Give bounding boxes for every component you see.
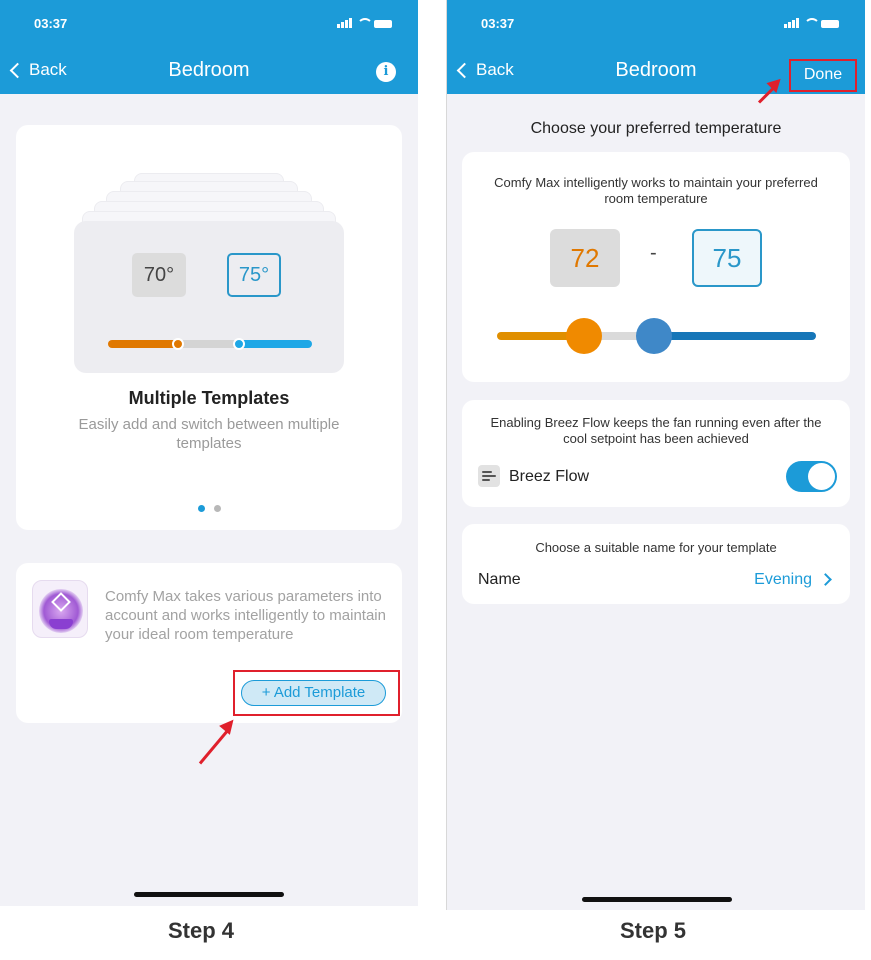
wifi-icon — [804, 18, 820, 28]
name-label: Name — [478, 571, 521, 588]
low-setpoint[interactable]: 72 — [550, 229, 620, 287]
template-carousel-card: 70° 75° Multiple Templates Easily add an… — [16, 125, 402, 530]
template-preview: 70° 75° — [74, 221, 344, 373]
battery-icon — [374, 20, 392, 28]
status-icons — [784, 18, 839, 28]
step4-screen: 03:37 Back Bedroom i 70° 75° Multiple Te… — [0, 0, 418, 906]
high-temp-handle[interactable] — [636, 318, 672, 354]
preview-warm-track — [108, 340, 178, 348]
home-indicator — [134, 892, 284, 897]
template-name-card[interactable]: Choose a suitable name for your template… — [462, 524, 850, 604]
low-temp-handle[interactable] — [566, 318, 602, 354]
breez-flow-card: Enabling Breez Flow keeps the fan runnin… — [462, 400, 850, 507]
temperature-card: Comfy Max intelligently works to maintai… — [462, 152, 850, 382]
page-indicator[interactable] — [198, 505, 221, 512]
add-template-description: Comfy Max takes various parameters into … — [105, 588, 386, 643]
step5-caption: Step 5 — [620, 918, 687, 943]
signal-icon — [784, 18, 799, 28]
preview-low-handle — [172, 338, 184, 350]
preview-mid-track — [178, 340, 240, 348]
wind-icon — [478, 465, 500, 487]
temperature-description: Comfy Max intelligently works to maintai… — [494, 175, 818, 206]
home-indicator — [582, 897, 732, 902]
carousel-title: Multiple Templates — [128, 388, 290, 408]
preview-high-temp: 75° — [227, 253, 281, 297]
nav-header: 03:37 Back Bedroom i — [0, 0, 418, 94]
add-template-button[interactable]: + Add Template — [241, 680, 386, 706]
page-dot-active[interactable] — [198, 505, 205, 512]
preview-range-slider — [108, 338, 312, 350]
temperature-range-slider[interactable] — [497, 318, 816, 354]
name-value[interactable]: Evening — [754, 571, 812, 589]
step4-caption: Step 4 — [168, 918, 235, 943]
info-icon[interactable]: i — [376, 62, 396, 82]
breez-flow-toggle[interactable] — [786, 461, 837, 492]
comfy-max-logo — [32, 580, 88, 638]
carousel-subtitle: Easily add and switch between multiple t… — [78, 416, 340, 452]
status-icons — [337, 18, 392, 28]
breez-flow-label: Breez Flow — [509, 468, 590, 485]
high-setpoint[interactable]: 75 — [692, 229, 762, 287]
signal-icon — [337, 18, 352, 28]
nav-header: 03:37 Back Bedroom Done — [447, 0, 865, 94]
temperature-heading: Choose your preferred temperature — [530, 120, 782, 137]
toggle-knob — [808, 463, 835, 490]
step5-screen: 03:37 Back Bedroom Done Choose your pref… — [446, 0, 865, 910]
range-separator: - — [650, 242, 657, 264]
add-template-card: Comfy Max takes various parameters into … — [16, 563, 402, 723]
breez-flow-description: Enabling Breez Flow keeps the fan runnin… — [490, 415, 822, 446]
preview-high-handle — [233, 338, 245, 350]
status-time: 03:37 — [481, 16, 515, 31]
cool-track — [652, 332, 816, 340]
preview-cool-track — [240, 340, 312, 348]
page-dot[interactable] — [214, 505, 221, 512]
page-title: Bedroom — [168, 59, 250, 81]
name-description: Choose a suitable name for your template — [535, 540, 777, 555]
status-time: 03:37 — [34, 16, 68, 31]
wifi-icon — [357, 18, 373, 28]
chevron-right-icon — [819, 573, 832, 586]
preview-low-temp: 70° — [132, 253, 186, 297]
battery-icon — [821, 20, 839, 28]
done-button[interactable]: Done — [789, 59, 857, 92]
